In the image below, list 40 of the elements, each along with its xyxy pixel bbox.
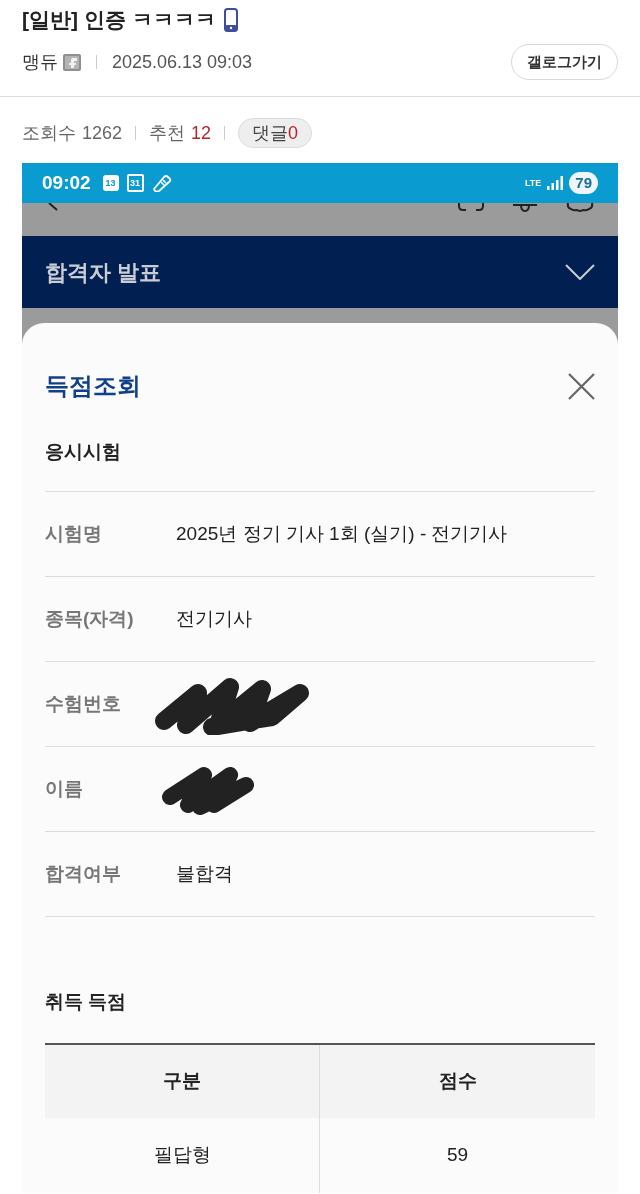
signal-icon <box>547 176 564 190</box>
sheet-title: 득점조회 <box>45 371 141 401</box>
calendar-date-badge: 31 <box>126 174 144 192</box>
status-time: 09:02 <box>42 170 91 195</box>
stat-value: 1262 <box>82 121 123 145</box>
section-title: 취득 득점 <box>45 990 128 1014</box>
comments-button[interactable]: 댓글0 <box>238 118 313 148</box>
chevron-icon <box>565 264 595 280</box>
calendar-date-badge: 13 <box>102 175 119 191</box>
scan-frame-icon[interactable] <box>458 203 484 211</box>
bell-icon[interactable] <box>512 203 538 212</box>
stat-label: 추천 <box>149 121 186 145</box>
smartphone-icon <box>223 8 238 32</box>
accordion-header[interactable]: 합격자 발표 <box>22 236 618 308</box>
settings-icon[interactable] <box>566 203 594 212</box>
battery-level-badge: 79 <box>569 172 598 194</box>
field-value: 불합격 <box>176 861 233 886</box>
table-header-cell: 점수 <box>320 1045 595 1118</box>
section-title: 응시시험 <box>45 440 122 464</box>
gallog-button[interactable]: 갤로그가기 <box>511 44 618 80</box>
field-label: 합격여부 <box>45 861 121 886</box>
field-label: 종목(자격) <box>45 606 134 631</box>
field-value: 전기기사 <box>176 606 252 631</box>
field-label: 이름 <box>45 776 83 801</box>
stat-value: 12 <box>191 121 212 145</box>
table-header-cell: 구분 <box>45 1045 320 1118</box>
table-cell-text: 59 <box>445 1143 470 1168</box>
table-cell: 필답형 <box>45 1118 320 1193</box>
network-type-label: LTE <box>524 178 542 188</box>
member-badge-icon <box>63 53 81 71</box>
pencil-icon <box>151 174 172 192</box>
stat-label: 조회수 <box>22 121 76 145</box>
post-title: [일반] 인증 ㅋㅋㅋㅋ <box>22 7 216 33</box>
field-label: 시험명 <box>45 521 102 546</box>
post-date: 2025.06.13 09:03 <box>112 50 253 74</box>
author-name[interactable]: 맹듀 <box>22 48 58 76</box>
close-icon[interactable] <box>568 372 595 400</box>
field-value: 2025년 정기 기사 1회 (실기) - 전기기사 <box>176 521 508 546</box>
field-label: 수험번호 <box>45 691 121 716</box>
back-chevron-icon[interactable] <box>48 203 58 211</box>
